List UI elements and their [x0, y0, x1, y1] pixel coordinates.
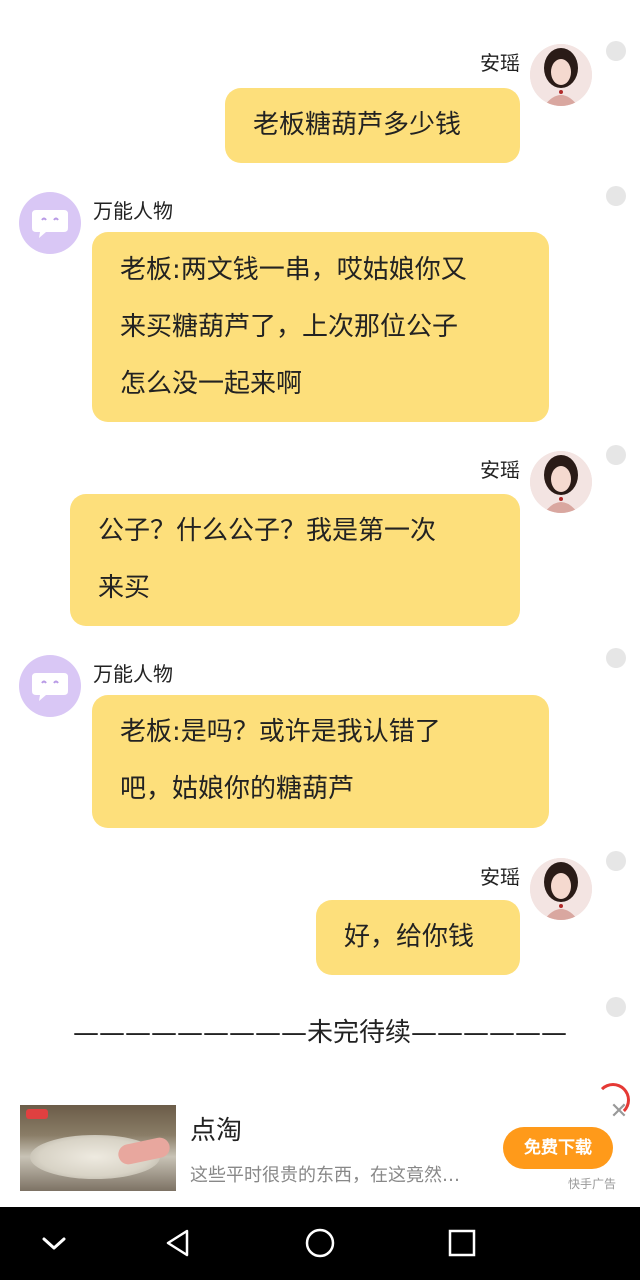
ad-title[interactable]: 点淘 [190, 1110, 242, 1147]
message-bubble[interactable]: 老板:是吗？或许是我认错了 吧，姑娘你的糖葫芦 [92, 695, 549, 828]
message-line: 公子？什么公子？我是第一次 [98, 516, 437, 546]
sender-name: 安瑶 [480, 458, 520, 482]
system-nav-bar [0, 1207, 640, 1280]
user-avatar[interactable] [530, 451, 592, 513]
ad-banner[interactable]: 点淘 这些平时很贵的东西，在这竟然… 免费下载 ✕ 快手广告 [0, 1083, 640, 1205]
user-avatar-image [530, 858, 592, 920]
message-line: 老板:是吗？或许是我认错了 [120, 717, 441, 747]
ad-thumb-tag [26, 1109, 48, 1119]
message-line: 来买糖葫芦了，上次那位公子 [120, 312, 459, 342]
sender-name: 万能人物 [93, 662, 173, 686]
chat-area: 安瑶 老板糖葫芦多少钱 万能人物 老板:两文钱一串，哎姑娘你又 来买糖葫芦了，上… [0, 0, 640, 1085]
status-dot [606, 851, 626, 871]
chat-bubble-icon [32, 210, 68, 238]
user-avatar[interactable] [530, 44, 592, 106]
ad-thumbnail[interactable] [20, 1105, 176, 1191]
message-line: 来买 [98, 573, 151, 603]
message-line: 老板:两文钱一串，哎姑娘你又 [120, 255, 467, 285]
sender-name: 安瑶 [480, 865, 520, 889]
bot-avatar[interactable] [19, 655, 81, 717]
message-bubble[interactable]: 公子？什么公子？我是第一次 来买 [70, 494, 520, 626]
nav-collapse-icon[interactable] [34, 1223, 74, 1263]
nav-home-icon[interactable] [300, 1223, 340, 1263]
ad-download-button[interactable]: 免费下载 [503, 1127, 613, 1169]
nav-recents-icon[interactable] [442, 1223, 482, 1263]
status-dot [606, 186, 626, 206]
ad-label: 快手广告 [568, 1177, 617, 1191]
message-line: 好，给你钱 [344, 922, 475, 952]
user-avatar-image [530, 451, 592, 513]
status-dot [606, 445, 626, 465]
message-line: 老板糖葫芦多少钱 [253, 110, 462, 140]
status-dot [606, 648, 626, 668]
message-line: 怎么没一起来啊 [120, 369, 303, 399]
chat-bubble-icon [32, 673, 68, 701]
user-avatar-image [530, 44, 592, 106]
message-line: 吧，姑娘你的糖葫芦 [120, 774, 355, 804]
status-dot [606, 41, 626, 61]
message-bubble[interactable]: 老板糖葫芦多少钱 [225, 88, 520, 163]
message-bubble[interactable]: 老板:两文钱一串，哎姑娘你又 来买糖葫芦了，上次那位公子 怎么没一起来啊 [92, 232, 549, 422]
nav-back-icon[interactable] [158, 1223, 198, 1263]
message-bubble[interactable]: 好，给你钱 [316, 900, 520, 975]
ad-description[interactable]: 这些平时很贵的东西，在这竟然… [190, 1161, 460, 1187]
to-be-continued-divider: —————————未完待续—————— [72, 1018, 567, 1048]
sender-name: 安瑶 [480, 51, 520, 75]
user-avatar[interactable] [530, 858, 592, 920]
sender-name: 万能人物 [93, 199, 173, 223]
close-icon[interactable]: ✕ [606, 1099, 632, 1125]
bot-avatar[interactable] [19, 192, 81, 254]
